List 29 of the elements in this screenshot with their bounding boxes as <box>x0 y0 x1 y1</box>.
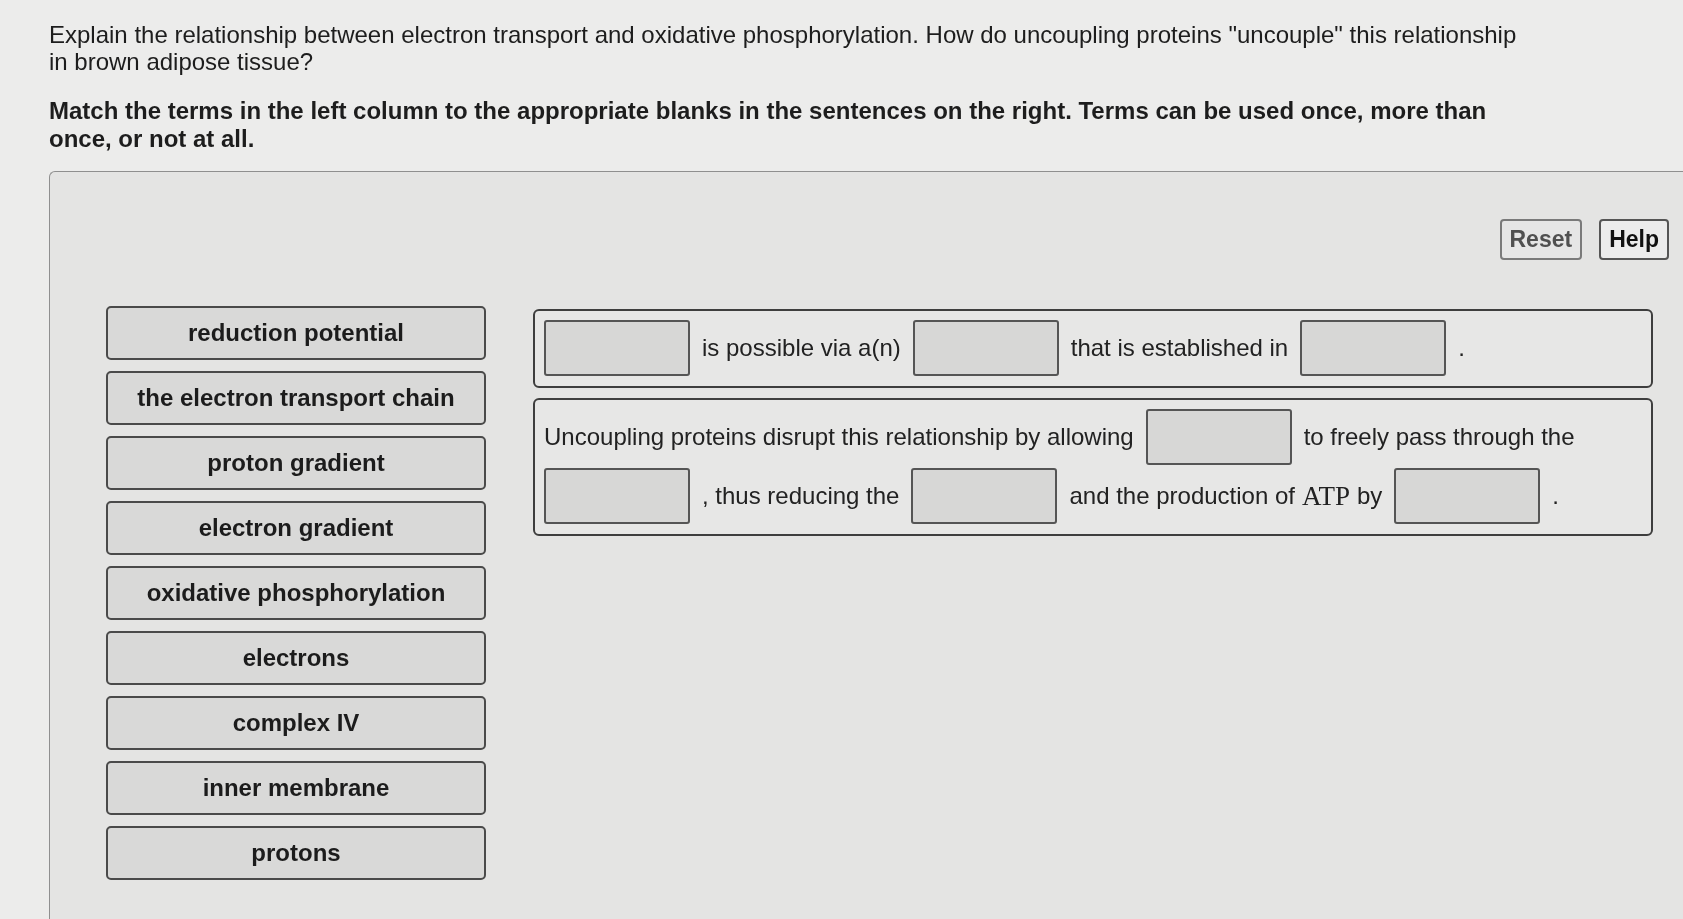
sentence-text: . <box>1552 482 1560 510</box>
question-text: Explain the relationship between electron transport and oxidative phosphorylation. How do uncoupling proteins "uncouple" this relationship in brown adipose tissue? <box>49 21 1518 75</box>
sentence-text: that is established in <box>1070 334 1289 362</box>
instructions-text: Match the terms in the left column to the appropriate blanks in the sentences on the right. Terms can be used once, more than once, or not at all. <box>49 97 1488 153</box>
answer-box[interactable] <box>912 320 1059 376</box>
answer-box[interactable] <box>911 468 1058 524</box>
term-tile[interactable]: proton gradient <box>106 436 486 490</box>
sentence-text: Uncoupling proteins disrupt this relationship by allowing <box>544 423 1134 451</box>
answer-box[interactable] <box>544 468 690 524</box>
sentence-text: and the production of <box>1069 482 1295 510</box>
answer-box[interactable] <box>1145 409 1292 465</box>
term-tile[interactable]: reduction potential <box>106 306 486 360</box>
answer-box[interactable] <box>1300 320 1447 376</box>
sentence-text: by <box>1357 482 1383 510</box>
term-tile[interactable]: oxidative phosphorylation <box>106 566 486 620</box>
term-tile[interactable]: electrons <box>106 631 486 685</box>
answer-box[interactable] <box>1394 468 1541 524</box>
sentence-text: is possible via a(n) <box>702 334 901 362</box>
term-tile[interactable]: complex IV <box>106 696 486 750</box>
sentence-text: to freely pass through the <box>1303 423 1575 451</box>
math-text: ATP <box>1302 482 1350 510</box>
sentence-text: . <box>1458 334 1465 362</box>
term-tile[interactable]: inner membrane <box>106 761 486 815</box>
sentence-text: , thus reducing the <box>702 482 900 510</box>
answer-box[interactable] <box>544 320 690 376</box>
term-tile[interactable]: protons <box>106 826 486 880</box>
term-tile[interactable]: electron gradient <box>106 501 486 555</box>
term-tile[interactable]: the electron transport chain <box>106 371 486 425</box>
toolbar-button[interactable]: Help <box>1599 219 1669 260</box>
